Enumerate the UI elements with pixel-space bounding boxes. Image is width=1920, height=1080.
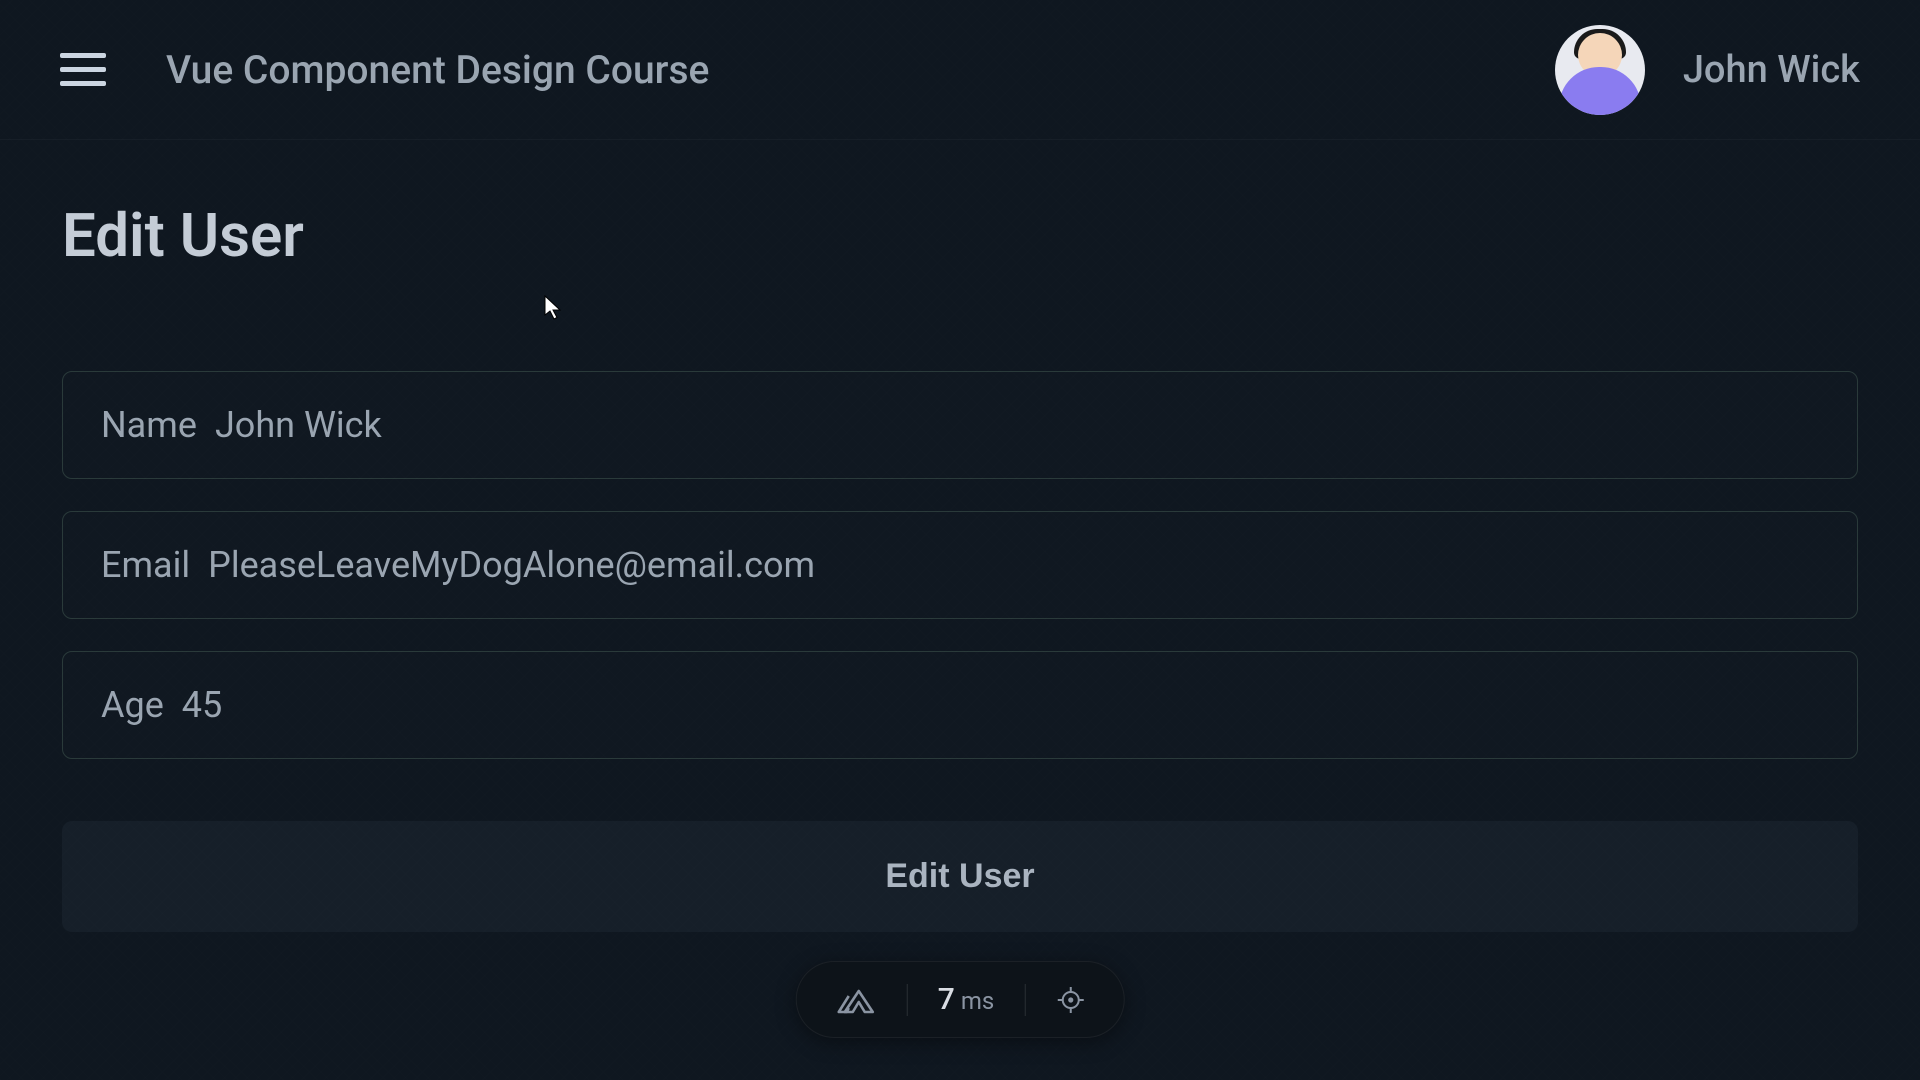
avatar[interactable] xyxy=(1555,25,1645,115)
name-input[interactable] xyxy=(215,404,1819,446)
avatar-body xyxy=(1559,67,1641,115)
inspect-icon[interactable] xyxy=(1055,985,1085,1015)
age-input[interactable] xyxy=(182,684,1819,726)
perf-unit: ms xyxy=(961,987,994,1015)
email-input[interactable] xyxy=(208,544,1819,586)
main-content: Edit User Name Email Age Edit User xyxy=(0,140,1920,932)
edit-user-button[interactable]: Edit User xyxy=(62,821,1858,932)
hamburger-icon xyxy=(60,53,106,58)
perf-timing: 7 ms xyxy=(938,982,995,1017)
divider xyxy=(1024,984,1025,1016)
app-title: Vue Component Design Course xyxy=(166,47,709,93)
user-name: John Wick xyxy=(1683,48,1860,92)
header-right: John Wick xyxy=(1555,25,1860,115)
edit-user-form: Name Email Age Edit User xyxy=(62,371,1858,932)
age-field-row[interactable]: Age xyxy=(62,651,1858,759)
divider xyxy=(907,984,908,1016)
devtools-bar[interactable]: 7 ms xyxy=(796,961,1125,1038)
name-label: Name xyxy=(101,404,197,446)
hamburger-icon xyxy=(60,67,106,72)
age-label: Age xyxy=(101,684,164,726)
menu-button[interactable] xyxy=(60,47,106,93)
app-header: Vue Component Design Course John Wick xyxy=(0,0,1920,140)
hamburger-icon xyxy=(60,81,106,86)
email-field-row[interactable]: Email xyxy=(62,511,1858,619)
nuxt-icon xyxy=(835,986,877,1014)
page-title: Edit User xyxy=(62,200,1858,271)
header-left: Vue Component Design Course xyxy=(60,47,709,93)
email-label: Email xyxy=(101,544,190,586)
name-field-row[interactable]: Name xyxy=(62,371,1858,479)
perf-value: 7 xyxy=(938,982,955,1017)
